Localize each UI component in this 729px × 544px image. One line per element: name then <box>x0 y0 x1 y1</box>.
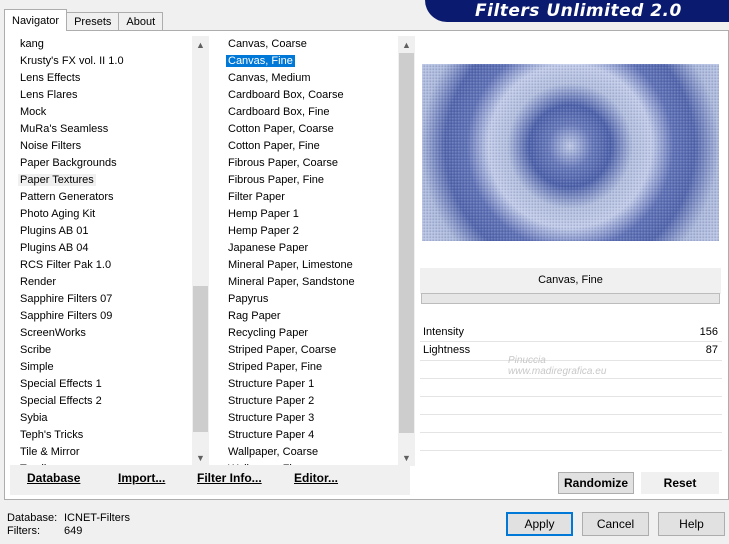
filters-count: Filters: 649 <box>7 525 83 537</box>
list-item[interactable]: Lens Flares <box>15 87 192 104</box>
list-item[interactable]: Japanese Paper <box>223 240 398 257</box>
filter-name-label: Canvas, Fine <box>538 274 603 286</box>
list-item[interactable]: Canvas, Fine <box>223 53 398 70</box>
list-item[interactable]: Structure Paper 1 <box>223 376 398 393</box>
category-list[interactable]: kang Krusty's FX vol. II 1.0 Lens Effects L… <box>15 36 192 466</box>
list-item[interactable]: Wallpaper, Coarse <box>223 444 398 461</box>
list-item[interactable]: Sapphire Filters 07 <box>15 291 192 308</box>
list-item[interactable]: RCS Filter Pak 1.0 <box>15 257 192 274</box>
list-item[interactable]: Mineral Paper, Sandstone <box>223 274 398 291</box>
list-item[interactable]: Mock <box>15 104 192 121</box>
list-item[interactable]: Krusty's FX vol. II 1.0 <box>15 53 192 70</box>
list-item[interactable]: Render <box>15 274 192 291</box>
list-item[interactable]: Canvas, Coarse <box>223 36 398 53</box>
list-item[interactable]: Papyrus <box>223 291 398 308</box>
list-item[interactable]: Photo Aging Kit <box>15 206 192 223</box>
list-item[interactable]: Structure Paper 2 <box>223 393 398 410</box>
filter-preview-image <box>422 64 719 241</box>
list-item[interactable]: Tile & Mirror <box>15 444 192 461</box>
filter-scrollbar[interactable]: ▲ ▼ <box>398 36 415 466</box>
param-value: 156 <box>699 326 718 338</box>
help-button[interactable]: Help <box>658 512 725 536</box>
list-item[interactable]: Lens Effects <box>15 70 192 87</box>
list-item[interactable]: Striped Paper, Coarse <box>223 342 398 359</box>
param-divider <box>420 396 722 397</box>
apply-button[interactable]: Apply <box>506 512 573 536</box>
list-item[interactable]: Fibrous Paper, Fine <box>223 172 398 189</box>
list-item[interactable]: Teph's Tricks <box>15 427 192 444</box>
list-item[interactable]: Sapphire Filters 09 <box>15 308 192 325</box>
param-divider <box>420 378 722 379</box>
watermark: Pinuccia www.madiregrafica.eu <box>508 355 607 377</box>
list-item[interactable]: Cotton Paper, Fine <box>223 138 398 155</box>
scroll-down-icon[interactable]: ▼ <box>192 449 209 466</box>
list-item[interactable]: Cotton Paper, Coarse <box>223 121 398 138</box>
list-item[interactable]: ScreenWorks <box>15 325 192 342</box>
list-item[interactable]: kang <box>15 36 192 53</box>
preview-texture <box>422 64 719 241</box>
filter-info-button[interactable]: Filter Info... <box>197 471 262 485</box>
list-item[interactable]: Sybia <box>15 410 192 427</box>
randomize-button[interactable]: Randomize <box>558 472 634 494</box>
scroll-up-icon[interactable]: ▲ <box>192 36 209 53</box>
list-item[interactable]: Simple <box>15 359 192 376</box>
banner-title: Filters Unlimited 2.0 <box>475 1 682 21</box>
editor-button[interactable]: Editor... <box>294 471 338 485</box>
import-button[interactable]: Import... <box>118 471 165 485</box>
cancel-button[interactable]: Cancel <box>582 512 649 536</box>
title-banner: Filters Unlimited 2.0 <box>425 0 729 22</box>
param-label: Intensity <box>423 326 464 338</box>
param-divider <box>420 414 722 415</box>
list-item[interactable]: Paper Textures <box>15 172 192 189</box>
param-intensity[interactable]: Intensity 156 <box>420 324 722 341</box>
list-item[interactable]: MuRa's Seamless <box>15 121 192 138</box>
reset-button[interactable]: Reset <box>641 472 719 494</box>
list-item[interactable]: Special Effects 2 <box>15 393 192 410</box>
scroll-down-icon[interactable]: ▼ <box>398 449 415 466</box>
progress-bar <box>421 293 720 304</box>
tab-about[interactable]: About <box>118 12 164 31</box>
list-item[interactable]: Special Effects 1 <box>15 376 192 393</box>
list-item[interactable]: Mineral Paper, Limestone <box>223 257 398 274</box>
list-item[interactable]: Recycling Paper <box>223 325 398 342</box>
list-item[interactable]: Structure Paper 3 <box>223 410 398 427</box>
list-item[interactable]: Structure Paper 4 <box>223 427 398 444</box>
scroll-thumb[interactable] <box>193 286 208 432</box>
list-item[interactable]: Plugins AB 04 <box>15 240 192 257</box>
list-item[interactable]: Plugins AB 01 <box>15 223 192 240</box>
list-item[interactable]: Pattern Generators <box>15 189 192 206</box>
filter-name-box: Canvas, Fine <box>420 268 721 294</box>
scroll-up-icon[interactable]: ▲ <box>398 36 415 53</box>
param-divider <box>420 450 722 451</box>
list-item[interactable]: Cardboard Box, Fine <box>223 104 398 121</box>
database-info: Database: ICNET-Filters <box>7 512 130 524</box>
list-item[interactable]: Scribe <box>15 342 192 359</box>
list-toolbar: Database Import... Filter Info... Editor… <box>10 465 410 495</box>
category-scrollbar[interactable]: ▲ ▼ <box>192 36 209 466</box>
database-button[interactable]: Database <box>27 471 80 485</box>
list-item[interactable]: Noise Filters <box>15 138 192 155</box>
param-value: 87 <box>705 344 718 356</box>
list-item[interactable]: Filter Paper <box>223 189 398 206</box>
list-item[interactable]: Cardboard Box, Coarse <box>223 87 398 104</box>
filter-list[interactable]: Canvas, Coarse Canvas, Fine Canvas, Medium… <box>223 36 398 466</box>
list-item[interactable]: Fibrous Paper, Coarse <box>223 155 398 172</box>
list-item[interactable]: Striped Paper, Fine <box>223 359 398 376</box>
tab-presets[interactable]: Presets <box>66 12 120 31</box>
tab-navigator[interactable]: Navigator <box>4 9 68 31</box>
list-item[interactable]: Hemp Paper 2 <box>223 223 398 240</box>
param-label: Lightness <box>423 344 471 356</box>
list-item[interactable]: Hemp Paper 1 <box>223 206 398 223</box>
tab-strip: Navigator Presets About <box>4 9 164 31</box>
list-item[interactable]: Paper Backgrounds <box>15 155 192 172</box>
scroll-thumb[interactable] <box>399 53 414 433</box>
list-item[interactable]: Canvas, Medium <box>223 70 398 87</box>
param-divider <box>420 432 722 433</box>
list-item[interactable]: Rag Paper <box>223 308 398 325</box>
